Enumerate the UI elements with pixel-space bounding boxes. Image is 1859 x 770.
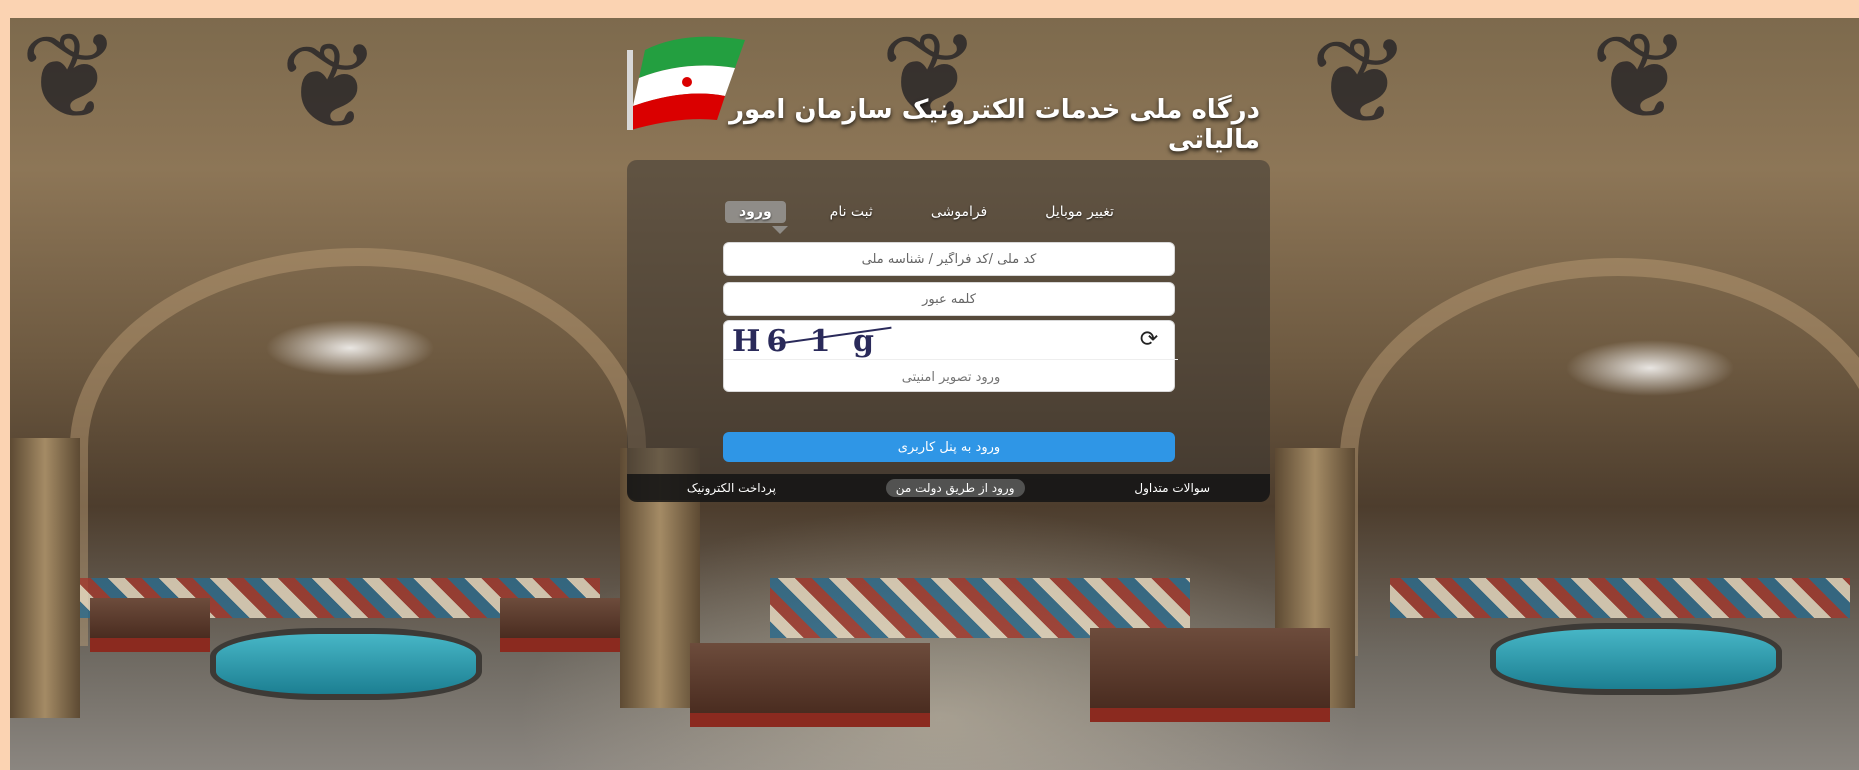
- portal-title: درگاه ملی خدمات الکترونیک سازمان امور ما…: [729, 95, 1260, 155]
- ornament-decoration: ❦: [280, 18, 381, 157]
- tile-decoration: [1390, 578, 1850, 618]
- active-tab-caret: [772, 226, 788, 234]
- tab-login[interactable]: ورود: [725, 201, 786, 223]
- login-submit-button[interactable]: ورود به پنل کاربری: [723, 432, 1175, 462]
- password-input[interactable]: [723, 282, 1175, 316]
- electronic-payment-link[interactable]: پرداخت الکترونیک: [677, 479, 786, 497]
- bench-decoration: [500, 598, 620, 652]
- login-tabs: ورود ثبت نام فراموشی تغییر موبایل: [725, 198, 1175, 226]
- tab-forgot-password[interactable]: فراموشی: [917, 201, 1001, 223]
- pool-decoration: [210, 628, 482, 700]
- refresh-icon[interactable]: ⟳: [1136, 327, 1162, 353]
- faq-link[interactable]: سوالات متداول: [1124, 479, 1220, 497]
- captcha-image: H6 1 g: [732, 325, 912, 359]
- national-id-input[interactable]: [723, 242, 1175, 276]
- pool-decoration: [1490, 623, 1782, 695]
- captcha-text: H6 1 g: [732, 324, 880, 359]
- ornament-decoration: ❦: [1590, 18, 1691, 147]
- captcha-box: H6 1 g ⟳: [723, 320, 1178, 394]
- pillar-decoration: [10, 438, 80, 718]
- ornament-decoration: ❦: [1310, 18, 1411, 152]
- ornament-decoration: ❦: [20, 18, 121, 147]
- tab-change-mobile[interactable]: تغییر موبایل: [1031, 201, 1128, 223]
- tab-register[interactable]: ثبت نام: [816, 201, 887, 223]
- bench-decoration: [690, 643, 930, 727]
- bench-decoration: [90, 598, 210, 652]
- bench-decoration: [1090, 628, 1330, 722]
- captcha-input[interactable]: [724, 359, 1178, 394]
- bottom-links-bar: پرداخت الکترونیک ورود از طریق دولت من سو…: [627, 474, 1270, 502]
- my-government-login-link[interactable]: ورود از طریق دولت من: [885, 479, 1025, 497]
